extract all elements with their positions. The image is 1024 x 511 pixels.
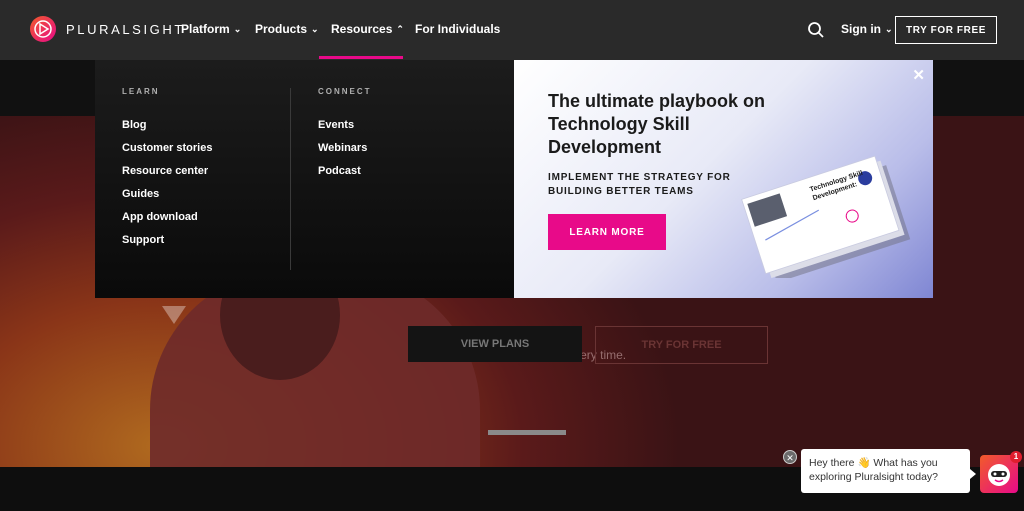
nav-for-individuals[interactable]: For Individuals <box>415 22 500 36</box>
mega-menu-links: LEARN Blog Customer stories Resource cen… <box>95 60 514 298</box>
nav-products[interactable]: Products ⌄ <box>255 22 319 36</box>
top-navigation: PLURALSIGHT Platform ⌄ Products ⌄ Resour… <box>0 0 1024 60</box>
triangle-decoration <box>162 306 186 324</box>
chat-message-line2: exploring Pluralsight today? <box>809 471 938 483</box>
connect-heading: CONNECT <box>318 87 372 96</box>
promo-panel: ✕ The ultimate playbook on Technology Sk… <box>514 60 933 298</box>
chevron-down-icon: ⌄ <box>885 23 893 34</box>
connect-list: Events Webinars Podcast <box>318 118 367 187</box>
nav-for-individuals-label: For Individuals <box>415 22 501 36</box>
carousel-indicator[interactable] <box>488 430 566 435</box>
menu-item-webinars[interactable]: Webinars <box>318 141 367 164</box>
close-icon[interactable]: ✕ <box>912 66 925 84</box>
menu-item-podcast[interactable]: Podcast <box>318 164 367 187</box>
chat-close-icon[interactable]: ✕ <box>783 450 797 464</box>
nav-platform-label: Platform <box>181 22 230 36</box>
learn-more-button[interactable]: LEARN MORE <box>548 214 666 250</box>
resources-mega-menu: LEARN Blog Customer stories Resource cen… <box>95 60 933 298</box>
view-plans-button[interactable]: VIEW PLANS <box>408 326 582 362</box>
active-nav-indicator <box>319 56 403 59</box>
nav-products-label: Products <box>255 22 308 36</box>
pluralsight-logo-icon <box>30 16 56 42</box>
menu-item-blog[interactable]: Blog <box>122 118 212 141</box>
chat-message-line1: Hey there 👋 What has you <box>809 457 938 469</box>
column-divider <box>290 88 291 270</box>
learn-heading: LEARN <box>122 87 160 96</box>
menu-item-resource-center[interactable]: Resource center <box>122 164 212 187</box>
menu-item-app-download[interactable]: App download <box>122 210 212 233</box>
menu-item-guides[interactable]: Guides <box>122 187 212 210</box>
chevron-down-icon: ⌄ <box>233 23 242 34</box>
menu-item-support[interactable]: Support <box>122 233 212 256</box>
notification-badge: 1 <box>1010 451 1022 463</box>
sign-in-link[interactable]: Sign in ⌄ <box>841 22 893 36</box>
hero-try-free-button[interactable]: TRY FOR FREE <box>595 326 768 364</box>
sign-in-label: Sign in <box>841 22 881 36</box>
playbook-book-image: Technology Skill Development: <box>741 155 911 278</box>
chevron-down-icon: ⌄ <box>311 23 319 34</box>
promo-subtitle: IMPLEMENT THE STRATEGY FOR BUILDING BETT… <box>548 172 731 197</box>
search-icon[interactable] <box>807 21 825 39</box>
nav-platform[interactable]: Platform ⌄ <box>181 22 241 36</box>
chat-message-bubble[interactable]: Hey there 👋 What has you exploring Plura… <box>801 449 976 493</box>
pluralsight-logo[interactable]: PLURALSIGHT <box>30 16 185 42</box>
nav-resources[interactable]: Resources ⌃ <box>331 22 404 36</box>
try-for-free-button[interactable]: TRY FOR FREE <box>895 16 997 44</box>
menu-item-customer-stories[interactable]: Customer stories <box>122 141 212 164</box>
nav-resources-label: Resources <box>331 22 393 36</box>
menu-item-events[interactable]: Events <box>318 118 367 141</box>
brand-name: PLURALSIGHT <box>66 21 185 37</box>
learn-list: Blog Customer stories Resource center Gu… <box>122 118 212 256</box>
chevron-up-icon: ⌃ <box>396 23 404 34</box>
